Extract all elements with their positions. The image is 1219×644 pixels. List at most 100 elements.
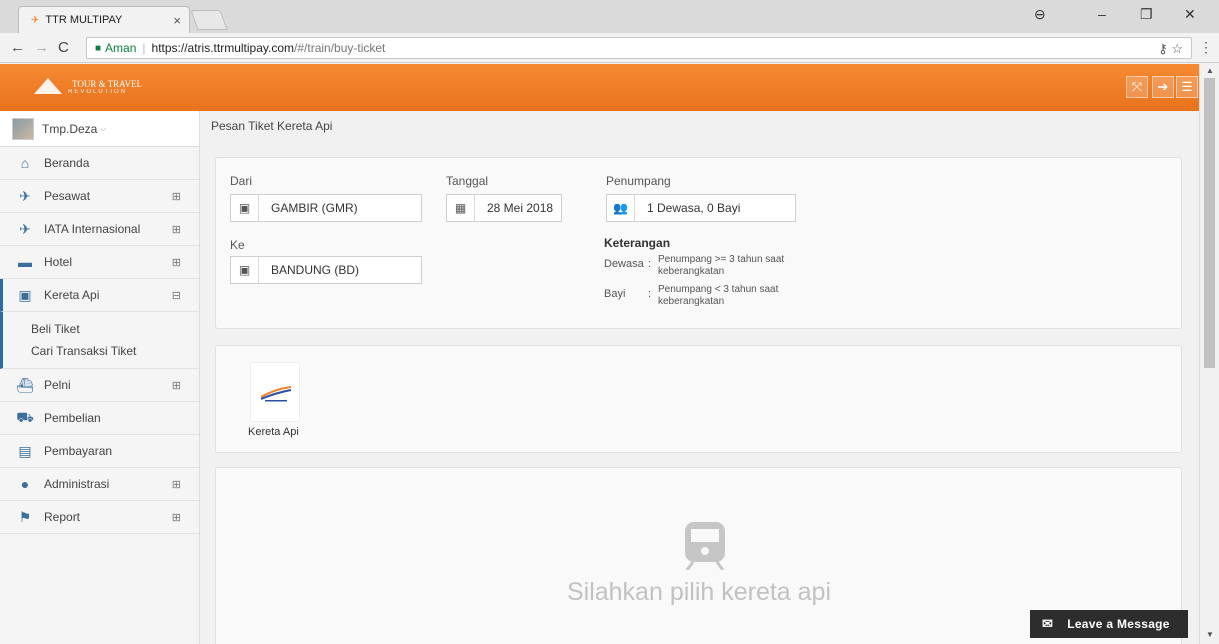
tab-favicon-icon: ✈: [31, 14, 40, 26]
tab-title: TTR MULTIPAY: [45, 14, 123, 26]
to-field[interactable]: ▣ BANDUNG (BD): [230, 256, 422, 284]
train-icon: ▣: [231, 195, 259, 221]
scroll-up-icon[interactable]: ▲: [1206, 66, 1214, 75]
browser-tabbar: ✈ TTR MULTIPAY × ⊖ – ❐ ✕: [0, 0, 1219, 33]
home-icon: ⌂: [20, 155, 30, 171]
submenu-item-cari-transaksi[interactable]: Cari Transaksi Tiket: [31, 340, 199, 362]
to-label: Ke: [230, 238, 245, 252]
submenu-item-beli-tiket[interactable]: Beli Tiket: [31, 318, 199, 340]
date-field[interactable]: ▦ 28 Mei 2018: [446, 194, 562, 222]
date-label: Tanggal: [446, 174, 489, 188]
tab-close-icon[interactable]: ×: [173, 13, 181, 28]
sidebar-item-administrasi[interactable]: ● Administrasi ⊞: [0, 468, 199, 501]
sidebar-item-label: Kereta Api: [44, 288, 100, 302]
sidebar: Tmp.Deza ⌵ ⌂ Beranda ✈ Pesawat ⊞ ✈ IATA …: [0, 111, 200, 644]
scroll-down-icon[interactable]: ▼: [1206, 630, 1214, 639]
cart-icon: ⛟: [16, 408, 34, 425]
sidebar-item-pembayaran[interactable]: ▤ Pembayaran: [0, 435, 199, 468]
sidebar-item-iata[interactable]: ✈ IATA Internasional ⊞: [0, 213, 199, 246]
kai-logo-icon: [260, 386, 292, 402]
adult-description: Penumpang >= 3 tahun saat keberangkatan: [658, 254, 785, 277]
money-icon: ▤: [18, 442, 32, 459]
logo-text: TOUR & TRAVEL: [72, 78, 143, 89]
kereta-api-submenu: Beli Tiket Cari Transaksi Tiket: [0, 312, 199, 369]
sidebar-item-kereta-api[interactable]: ▣ Kereta Api ⊟: [0, 279, 199, 312]
close-window-icon[interactable]: ✕: [1184, 6, 1196, 23]
train-icon: ▣: [18, 286, 32, 303]
sidebar-item-label: Administrasi: [44, 477, 110, 491]
from-value: GAMBIR (GMR): [271, 201, 358, 215]
expand-icon: ⊞: [171, 223, 181, 236]
empty-state-text: Silahkan pilih kereta api: [566, 578, 832, 606]
passenger-field[interactable]: 👥 1 Dewasa, 0 Bayi: [606, 194, 796, 222]
scroll-thumb[interactable]: [1204, 78, 1215, 368]
key-star-icons[interactable]: ⚷ ☆: [1158, 41, 1183, 57]
from-label: Dari: [230, 174, 253, 188]
adult-key: Dewasa: [604, 258, 644, 270]
train-icon: ▣: [231, 257, 259, 283]
sidebar-item-beranda[interactable]: ⌂ Beranda: [0, 147, 199, 180]
menu-toggle-button[interactable]: ☰: [1176, 76, 1198, 98]
keterangan-infant: Bayi : Penumpang < 3 tahun saat keberang…: [604, 284, 808, 308]
expand-icon: ⊞: [171, 379, 181, 392]
leave-message-label: Leave a Message: [1067, 617, 1170, 631]
sidebar-item-report[interactable]: ⚑ Report ⊞: [0, 501, 199, 534]
expand-icon: ⊞: [171, 190, 181, 203]
browser-menu-icon[interactable]: ⋮: [1199, 39, 1213, 56]
leave-message-button[interactable]: ✉ Leave a Message: [1030, 610, 1188, 638]
calendar-icon: ▦: [447, 195, 475, 221]
sidebar-item-label: Pelni: [44, 378, 71, 392]
expand-icon: ⊞: [171, 511, 181, 524]
collapse-icon: ⊟: [171, 289, 181, 302]
page-title: Pesan Tiket Kereta Api: [211, 119, 333, 133]
address-bar[interactable]: ■ Aman | https://atris.ttrmultipay.com /…: [86, 37, 1192, 59]
sidebar-item-label: Report: [44, 510, 81, 524]
train-placeholder-icon: [685, 522, 725, 570]
user-name: Tmp.Deza: [42, 121, 98, 136]
logout-button[interactable]: ➔: [1152, 76, 1174, 98]
kereta-api-provider-card[interactable]: [250, 362, 300, 422]
user-menu[interactable]: Tmp.Deza ⌵: [0, 111, 199, 147]
sidebar-item-pelni[interactable]: ⛴ Pelni ⊞: [0, 369, 199, 402]
colon: :: [648, 258, 652, 270]
sidebar-item-label: Pembelian: [44, 411, 101, 425]
users-icon: 👥: [607, 195, 635, 221]
envelope-icon: ✉: [1042, 616, 1054, 631]
bed-icon: ▬: [18, 254, 32, 270]
keterangan-title: Keterangan: [604, 236, 671, 250]
logo-mark-icon: [30, 76, 68, 98]
sidebar-item-label: Pesawat: [44, 189, 91, 203]
reload-icon[interactable]: C: [58, 39, 69, 56]
colon: :: [648, 288, 652, 300]
profile-icon[interactable]: ⊖: [1034, 6, 1046, 23]
logo-subtext: REVOLUTION: [68, 88, 128, 95]
new-tab-button[interactable]: [190, 10, 228, 30]
user-icon: ●: [20, 476, 30, 492]
main-content: Pesan Tiket Kereta Api Dari ▣ GAMBIR (GM…: [201, 111, 1199, 644]
logo[interactable]: TOUR & TRAVEL REVOLUTION: [30, 76, 142, 98]
sidebar-item-label: IATA Internasional: [44, 222, 141, 236]
url-path: /#/train/buy-ticket: [294, 41, 386, 55]
separator: |: [142, 41, 146, 55]
flag-icon: ⚑: [18, 508, 32, 525]
ship-icon: ⛴: [16, 376, 34, 393]
browser-tab[interactable]: ✈ TTR MULTIPAY ×: [18, 6, 190, 33]
fullscreen-button[interactable]: ⤧: [1126, 76, 1148, 98]
back-icon[interactable]: ←: [10, 39, 25, 56]
sidebar-item-pembelian[interactable]: ⛟ Pembelian: [0, 402, 199, 435]
sidebar-item-pesawat[interactable]: ✈ Pesawat ⊞: [0, 180, 199, 213]
plane-icon: ✈: [19, 187, 31, 204]
page-scrollbar[interactable]: ▲ ▼: [1199, 64, 1219, 644]
forward-icon[interactable]: →: [34, 39, 49, 56]
sidebar-item-hotel[interactable]: ▬ Hotel ⊞: [0, 246, 199, 279]
minimize-icon[interactable]: –: [1098, 6, 1106, 22]
passenger-value: 1 Dewasa, 0 Bayi: [647, 201, 741, 215]
from-field[interactable]: ▣ GAMBIR (GMR): [230, 194, 422, 222]
chevron-down-icon: ⌵: [100, 123, 107, 133]
url-host: https://atris.ttrmultipay.com: [151, 41, 295, 55]
passenger-label: Penumpang: [606, 174, 671, 188]
secure-label: Aman: [105, 41, 137, 55]
restore-icon[interactable]: ❐: [1140, 6, 1153, 23]
infant-description: Penumpang < 3 tahun saat keberangkatan: [658, 284, 779, 307]
provider-label: Kereta Api: [248, 426, 299, 438]
